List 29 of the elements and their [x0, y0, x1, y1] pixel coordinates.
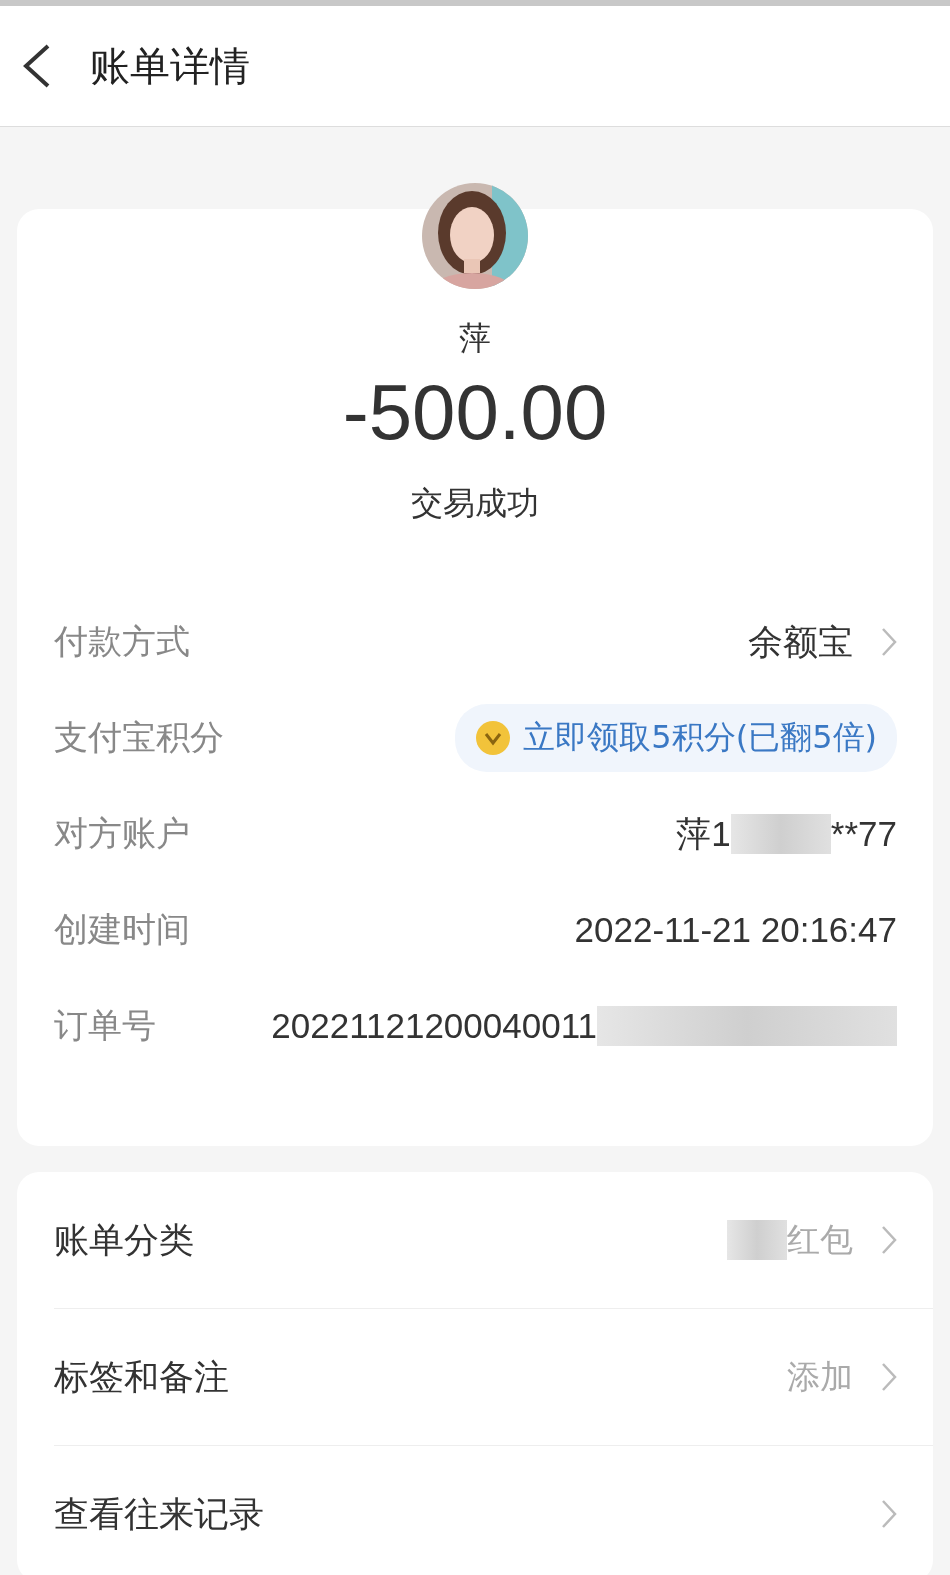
menu-label: 查看往来记录 — [54, 1492, 264, 1536]
back-button[interactable] — [22, 44, 52, 88]
payee-name: 萍 — [459, 318, 491, 359]
menu-label: 标签和备注 — [54, 1355, 229, 1399]
amount: -500.00 — [342, 367, 608, 458]
detail-label: 付款方式 — [54, 620, 190, 663]
detail-value[interactable]: 余额宝 — [748, 618, 853, 666]
detail-value: 萍1 — [676, 812, 731, 855]
transaction-status: 交易成功 — [411, 483, 539, 524]
detail-value: **77 — [830, 814, 897, 854]
detail-label: 支付宝积分 — [54, 716, 224, 759]
chevron-right-icon — [881, 1499, 897, 1529]
menu-row[interactable]: 查看往来记录 — [54, 1446, 933, 1575]
page-title: 账单详情 — [90, 41, 250, 91]
detail-label: 创建时间 — [54, 908, 190, 951]
chevron-right-icon — [881, 627, 897, 657]
detail-value: 20221121200040011 — [271, 1006, 597, 1046]
detail-label: 对方账户 — [54, 812, 190, 855]
coin-icon — [475, 720, 512, 756]
chevron-right-icon — [881, 1225, 897, 1255]
detail-value: 2022-11-21 20:16:47 — [574, 910, 897, 950]
menu-label: 账单分类 — [54, 1218, 194, 1262]
detail-label: 订单号 — [54, 1004, 156, 1047]
menu-value: 添加 — [787, 1355, 853, 1398]
points-button[interactable]: 立即领取5积分(已翻5倍) — [455, 704, 897, 772]
menu-row[interactable]: 标签和备注 添加 — [54, 1309, 933, 1446]
menu-value: 红包 — [787, 1218, 853, 1261]
menu-row[interactable]: 账单分类 红包 — [54, 1172, 933, 1309]
chevron-right-icon — [881, 1362, 897, 1392]
